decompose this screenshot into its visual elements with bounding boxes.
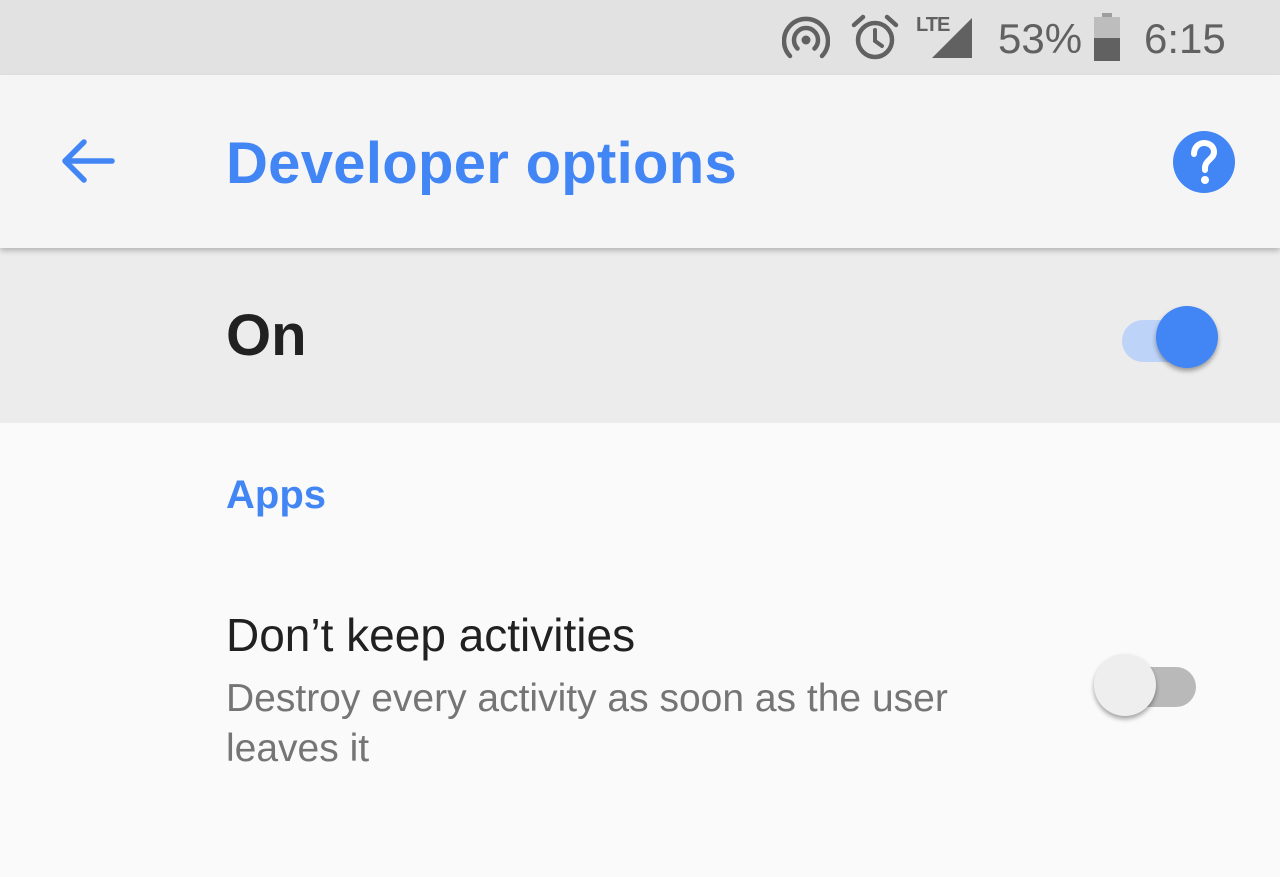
status-bar: LTE 53% 6:15 [0, 0, 1280, 75]
screen: LTE 53% 6:15 Developer options On Apps D… [0, 0, 1280, 877]
master-switch-label: On [226, 303, 307, 368]
alarm-icon [851, 14, 899, 60]
clock: 6:15 [1144, 15, 1226, 62]
page-title: Developer options [226, 131, 738, 196]
app-bar: Developer options [0, 75, 1280, 248]
master-switch[interactable] [1120, 306, 1222, 372]
section-header-apps: Apps [226, 473, 326, 517]
master-switch-row[interactable]: On [0, 248, 1280, 423]
battery-percent: 53% [998, 15, 1083, 62]
back-button[interactable] [52, 127, 122, 197]
pref-title: Don’t keep activities [226, 609, 636, 661]
pref-dont-keep-activities[interactable]: Don’t keep activities Destroy every acti… [0, 590, 1280, 790]
switch-thumb [1094, 654, 1156, 716]
switch-thumb [1156, 306, 1218, 368]
pref-summary: Destroy every activity as soon as the us… [226, 677, 948, 770]
battery-icon [1094, 13, 1120, 61]
dont-keep-activities-switch[interactable] [1094, 654, 1198, 720]
hotspot-icon [782, 16, 830, 59]
signal-icon [932, 18, 972, 58]
help-button[interactable] [1172, 130, 1236, 194]
help-icon [1173, 131, 1235, 193]
arrow-back-icon [62, 139, 115, 183]
